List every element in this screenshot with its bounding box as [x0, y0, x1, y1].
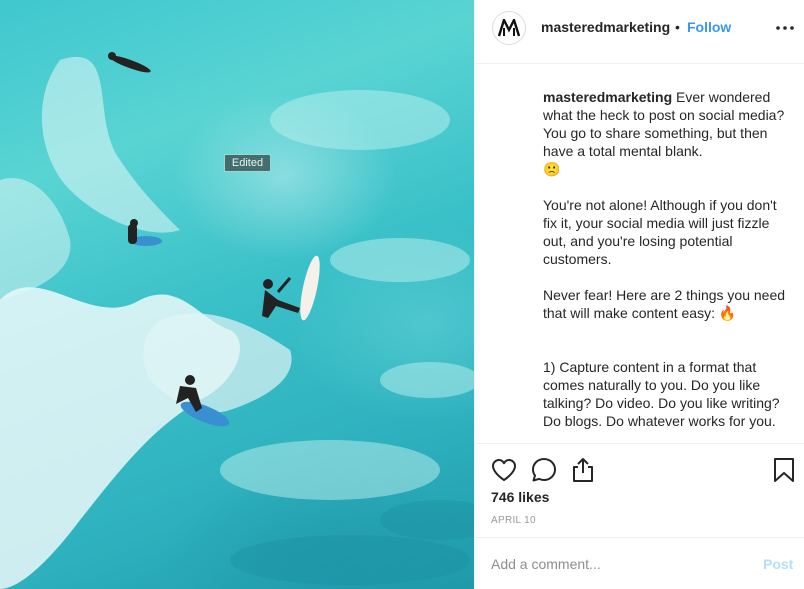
post-caption: masteredmarketing Ever wondered what the…: [543, 88, 791, 430]
post-actions: 746 likes APRIL 10: [475, 443, 804, 537]
caption-emoji-frown: 🙁: [543, 161, 561, 177]
comment-bar: Post: [475, 537, 804, 589]
mastered-marketing-logo-icon: [498, 19, 520, 37]
header-separator: •: [675, 19, 680, 35]
post-comment-button[interactable]: Post: [763, 556, 793, 572]
caption-paragraph-2: You're not alone! Although if you don't …: [543, 197, 777, 267]
comment-icon[interactable]: [530, 456, 558, 484]
caption-emoji-fire: 🔥: [718, 305, 737, 321]
avatar[interactable]: [492, 11, 526, 45]
likes-count[interactable]: 746 likes: [491, 489, 549, 505]
post-sidebar: masteredmarketing • Follow masteredmarke…: [474, 0, 804, 589]
caption-paragraph-3: Never fear! Here are 2 things you need t…: [543, 286, 791, 322]
follow-button[interactable]: Follow: [687, 19, 731, 35]
heart-icon[interactable]: [490, 456, 518, 484]
post-header: masteredmarketing • Follow: [475, 0, 804, 64]
surfer-3: [262, 255, 320, 321]
surfer-1: [108, 52, 151, 73]
caption-paragraph-3-text: Never fear! Here are 2 things you need t…: [543, 287, 786, 321]
more-horizontal-icon[interactable]: [775, 18, 795, 38]
caption-scroll-area[interactable]: masteredmarketing Ever wondered what the…: [475, 65, 804, 442]
bookmark-icon[interactable]: [770, 456, 798, 484]
post-date[interactable]: APRIL 10: [491, 515, 536, 526]
comment-input[interactable]: [491, 554, 741, 574]
edited-badge: Edited: [224, 154, 271, 172]
caption-paragraph-4: 1) Capture content in a format that come…: [543, 359, 780, 429]
caption-intro: masteredmarketing Ever wondered what the…: [543, 88, 791, 160]
surf-scene: [0, 52, 474, 589]
caption-username[interactable]: masteredmarketing: [543, 89, 672, 105]
share-icon[interactable]: [569, 456, 597, 484]
post-photo[interactable]: Edited: [0, 0, 474, 589]
header-username[interactable]: masteredmarketing: [541, 19, 670, 35]
